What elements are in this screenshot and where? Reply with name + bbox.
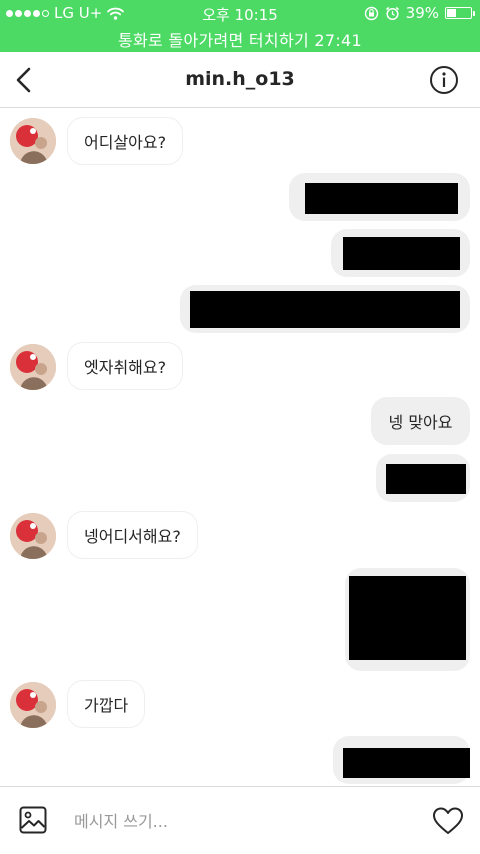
battery-percent: 39% bbox=[405, 4, 439, 22]
info-icon[interactable] bbox=[429, 65, 459, 95]
sent-message[interactable] bbox=[289, 173, 470, 221]
message-input[interactable] bbox=[74, 805, 414, 837]
message-text: 넹어디서해요? bbox=[84, 527, 181, 546]
received-message[interactable]: 엣자취해요? bbox=[67, 342, 184, 390]
sent-message[interactable] bbox=[376, 454, 470, 502]
avatar[interactable] bbox=[10, 682, 56, 728]
avatar-photo bbox=[10, 513, 56, 559]
redaction-block bbox=[343, 237, 460, 270]
status-bar: LG U+ 오후 10:15 39% 통화로 돌아가려면 터치하기 27:41 bbox=[0, 0, 480, 52]
message-text: 어디살아요? bbox=[84, 133, 167, 152]
received-message[interactable]: 넹어디서해요? bbox=[67, 511, 198, 559]
avatar-photo bbox=[10, 118, 56, 164]
redaction-block bbox=[349, 576, 466, 660]
message-thread[interactable]: 어디살아요? 엣자취해요? 넹 맞아요 넹어디서해요? 가깝다 bbox=[0, 108, 480, 786]
sent-message[interactable] bbox=[333, 736, 470, 784]
avatar[interactable] bbox=[10, 344, 56, 390]
sent-message[interactable] bbox=[345, 568, 470, 671]
return-to-call-banner[interactable]: 통화로 돌아가려면 터치하기 27:41 bbox=[0, 27, 480, 51]
avatar[interactable] bbox=[10, 513, 56, 559]
sent-message[interactable] bbox=[180, 285, 470, 333]
avatar-photo bbox=[10, 682, 56, 728]
alarm-icon bbox=[385, 6, 399, 20]
conversation-title[interactable]: min.h_o13 bbox=[0, 68, 480, 90]
gallery-icon[interactable] bbox=[19, 806, 47, 834]
avatar[interactable] bbox=[10, 118, 56, 164]
sent-message[interactable] bbox=[331, 229, 470, 277]
received-message[interactable]: 어디살아요? bbox=[67, 117, 184, 165]
redaction-block bbox=[190, 291, 460, 328]
redaction-block bbox=[386, 464, 466, 494]
sent-message[interactable]: 넹 맞아요 bbox=[371, 397, 470, 445]
redaction-block bbox=[343, 748, 470, 778]
message-text: 넹 맞아요 bbox=[388, 413, 453, 432]
battery-icon bbox=[445, 7, 475, 19]
message-composer bbox=[0, 786, 480, 854]
orientation-lock-icon bbox=[364, 6, 378, 20]
message-text: 가깝다 bbox=[84, 696, 129, 715]
received-message[interactable]: 가깝다 bbox=[67, 680, 146, 728]
avatar-photo bbox=[10, 344, 56, 390]
message-text: 엣자취해요? bbox=[84, 358, 167, 377]
heart-icon[interactable] bbox=[432, 805, 464, 837]
redaction-block bbox=[305, 183, 458, 214]
chat-header: min.h_o13 bbox=[0, 52, 480, 108]
